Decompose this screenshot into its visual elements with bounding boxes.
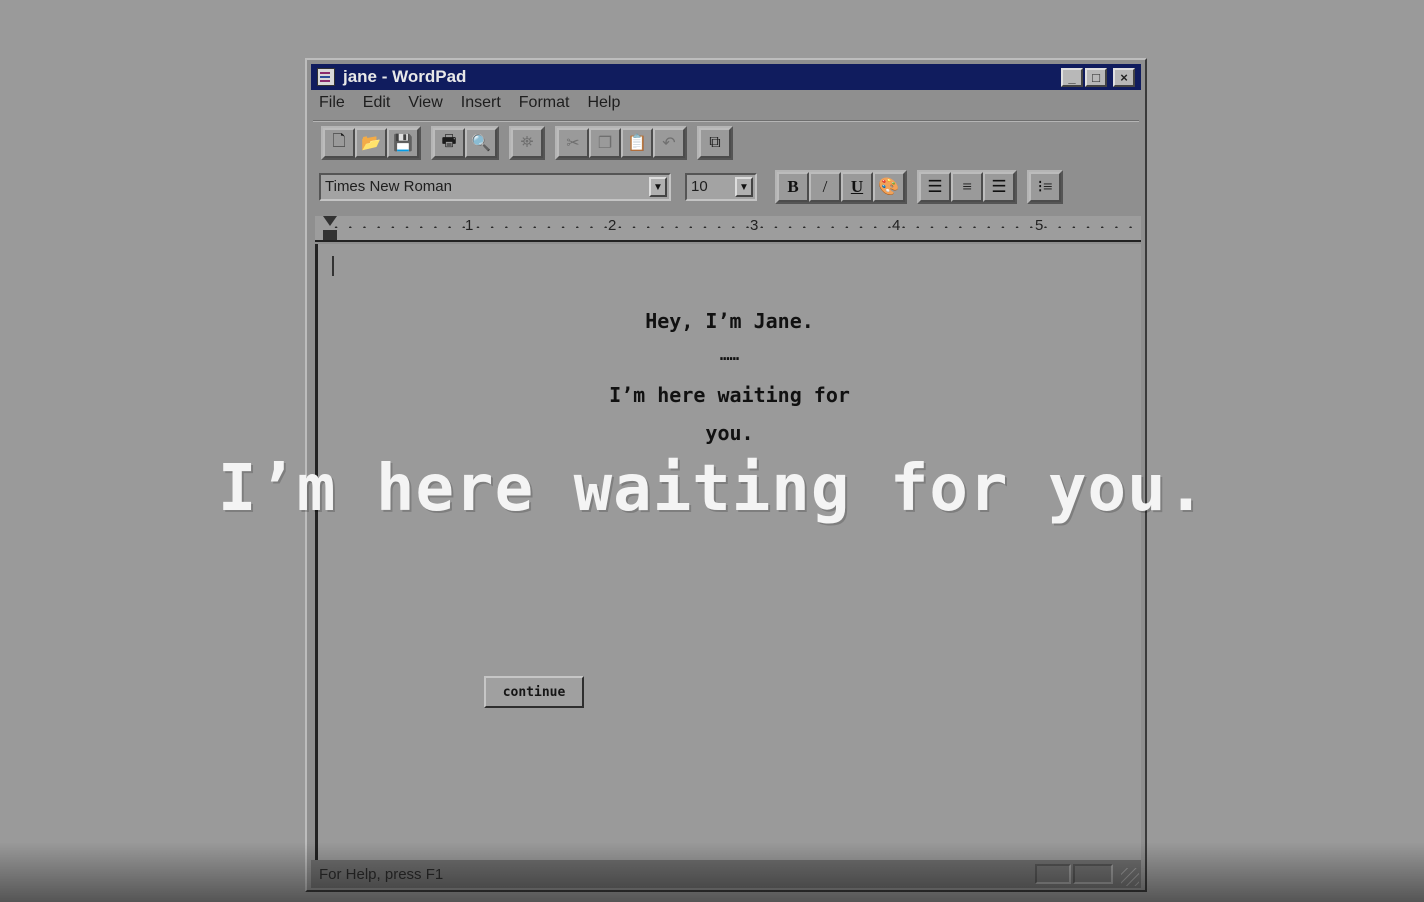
copy-icon[interactable]: ❐ xyxy=(589,128,621,158)
ruler[interactable]: 1 2 3 4 5 xyxy=(315,216,1141,242)
underline-button[interactable]: U xyxy=(841,172,873,202)
paste-icon[interactable]: 📋 xyxy=(621,128,653,158)
save-icon[interactable]: 💾 xyxy=(387,128,419,158)
print-preview-icon[interactable]: 🔍 xyxy=(465,128,497,158)
first-line-indent-marker[interactable] xyxy=(323,216,337,226)
menu-edit[interactable]: Edit xyxy=(363,94,391,118)
caption-overlay: I’m here waiting for you. xyxy=(217,452,1207,526)
document-text: Hey, I’m Jane. …… I’m here waiting for y… xyxy=(318,302,1141,452)
window-title: jane - WordPad xyxy=(343,67,467,86)
left-indent-marker[interactable] xyxy=(323,230,337,240)
status-panel xyxy=(1035,864,1071,884)
minimize-button[interactable]: _ xyxy=(1061,68,1083,87)
find-icon[interactable]: ⛯ xyxy=(511,128,543,158)
text-caret xyxy=(332,256,334,276)
menu-help[interactable]: Help xyxy=(587,94,620,118)
ruler-mark: 2 xyxy=(608,217,617,234)
align-right-icon[interactable]: ☰ xyxy=(983,172,1015,202)
insert-object-icon[interactable]: ⧉ xyxy=(699,128,731,158)
object-tools: ⧉ xyxy=(697,126,733,160)
menu-bar: File Edit View Insert Format Help xyxy=(319,94,638,118)
status-bar: For Help, press F1 xyxy=(311,860,1141,888)
print-icon[interactable]: 🖶 xyxy=(433,128,465,158)
menu-file[interactable]: File xyxy=(319,94,345,118)
doc-line: I’m here waiting for xyxy=(609,383,850,407)
ruler-mark: 4 xyxy=(892,217,901,234)
continue-button[interactable]: continue xyxy=(484,676,584,708)
chevron-down-icon[interactable]: ▼ xyxy=(649,177,667,197)
ruler-mark: 1 xyxy=(465,217,474,234)
new-icon[interactable]: 🗋 xyxy=(323,128,355,158)
font-name-value: Times New Roman xyxy=(325,178,452,195)
status-panel xyxy=(1073,864,1113,884)
format-bar: Times New Roman ▼ 10 ▼ B / U 🎨 ☰ ≡ ☰ ⁝≡ xyxy=(319,170,1073,204)
ruler-mark: 5 xyxy=(1035,217,1044,234)
ruler-ticks xyxy=(329,226,1135,228)
menu-format[interactable]: Format xyxy=(519,94,570,118)
italic-button[interactable]: / xyxy=(809,172,841,202)
window-controls: _ □ × xyxy=(1061,68,1135,87)
menu-separator xyxy=(313,120,1139,122)
align-tools: ☰ ≡ ☰ xyxy=(917,170,1017,204)
align-center-icon[interactable]: ≡ xyxy=(951,172,983,202)
maximize-button[interactable]: □ xyxy=(1085,68,1107,87)
standard-toolbar: 🗋 📂 💾 🖶 🔍 ⛯ ✂ ❐ 📋 ↶ ⧉ xyxy=(321,126,743,160)
menu-view[interactable]: View xyxy=(408,94,442,118)
document-area[interactable]: Hey, I’m Jane. …… I’m here waiting for y… xyxy=(315,244,1141,860)
list-tools: ⁝≡ xyxy=(1027,170,1063,204)
resize-grip-icon[interactable] xyxy=(1121,868,1139,886)
color-palette-icon[interactable]: 🎨 xyxy=(873,172,905,202)
font-size-value: 10 xyxy=(691,178,708,195)
wordpad-app-icon[interactable] xyxy=(317,68,335,86)
open-icon[interactable]: 📂 xyxy=(355,128,387,158)
doc-line: …… xyxy=(719,345,740,364)
menu-insert[interactable]: Insert xyxy=(461,94,501,118)
title-bar[interactable]: jane - WordPad _ □ × xyxy=(311,64,1141,90)
status-message: For Help, press F1 xyxy=(319,865,444,883)
undo-icon[interactable]: ↶ xyxy=(653,128,685,158)
chevron-down-icon[interactable]: ▼ xyxy=(735,177,753,197)
print-tools: 🖶 🔍 xyxy=(431,126,499,160)
find-tools: ⛯ xyxy=(509,126,545,160)
style-tools: B / U 🎨 xyxy=(775,170,907,204)
cut-icon[interactable]: ✂ xyxy=(557,128,589,158)
file-tools: 🗋 📂 💾 xyxy=(321,126,421,160)
bullets-icon[interactable]: ⁝≡ xyxy=(1029,172,1061,202)
ruler-mark: 3 xyxy=(750,217,759,234)
doc-line: Hey, I’m Jane. xyxy=(645,309,814,333)
doc-line: you. xyxy=(705,421,754,445)
font-name-select[interactable]: Times New Roman ▼ xyxy=(319,173,671,201)
edit-tools: ✂ ❐ 📋 ↶ xyxy=(555,126,687,160)
align-left-icon[interactable]: ☰ xyxy=(919,172,951,202)
bold-button[interactable]: B xyxy=(777,172,809,202)
close-button[interactable]: × xyxy=(1113,68,1135,87)
font-size-select[interactable]: 10 ▼ xyxy=(685,173,757,201)
